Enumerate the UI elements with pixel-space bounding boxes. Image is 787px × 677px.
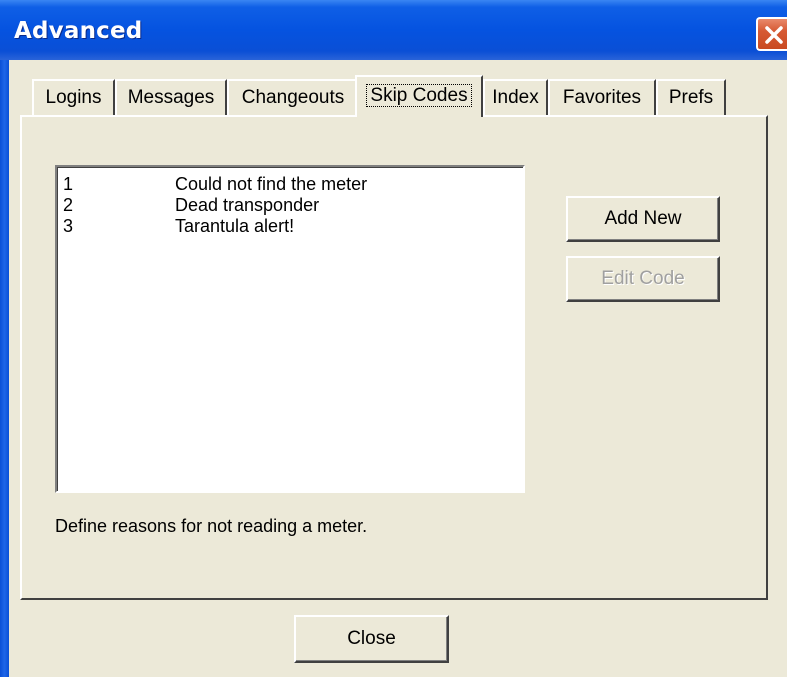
skip-code-description: Tarantula alert! [175, 216, 295, 236]
advanced-dialog: Advanced Logins Messages Changeouts Skip… [0, 0, 787, 677]
close-x-icon [765, 26, 783, 44]
tab-label: Favorites [562, 87, 642, 108]
window-title: Advanced [14, 18, 143, 44]
tab-label: Skip Codes [366, 84, 472, 107]
tab-messages[interactable]: Messages [115, 79, 227, 115]
window-close-button[interactable] [756, 17, 787, 51]
tab-skip-codes[interactable]: Skip Codes [355, 75, 483, 117]
close-label: Close [347, 628, 396, 649]
tab-label: Changeouts [241, 87, 345, 108]
tab-prefs[interactable]: Prefs [656, 79, 726, 115]
tab-logins[interactable]: Logins [32, 79, 115, 115]
tab-label: Index [492, 87, 539, 108]
add-new-button[interactable]: Add New [566, 196, 720, 242]
tab-label: Messages [127, 87, 215, 108]
skip-code-number: 2 [63, 195, 74, 215]
tab-index[interactable]: Index [483, 79, 548, 115]
title-bar[interactable]: Advanced [0, 0, 787, 60]
tab-label: Logins [45, 87, 102, 108]
window-frame-left [0, 60, 9, 677]
list-item[interactable]: 1 Could not find the meter [63, 174, 503, 194]
skip-codes-listbox[interactable]: 1 Could not find the meter 2 Dead transp… [55, 165, 525, 493]
edit-code-button[interactable]: Edit Code [566, 256, 720, 302]
tab-label: Prefs [668, 87, 714, 108]
tab-changeouts[interactable]: Changeouts [227, 79, 359, 115]
add-new-label: Add New [604, 208, 682, 229]
tab-favorites[interactable]: Favorites [548, 79, 656, 115]
skip-code-number: 1 [63, 174, 74, 194]
skip-code-description: Could not find the meter [175, 174, 368, 194]
skip-code-description: Dead transponder [175, 195, 320, 215]
close-button[interactable]: Close [294, 615, 449, 663]
edit-code-label: Edit Code [601, 268, 685, 289]
list-item[interactable]: 2 Dead transponder [63, 195, 503, 215]
skip-code-number: 3 [63, 216, 74, 236]
skip-codes-description-text: Define reasons for not reading a meter. [55, 516, 368, 536]
list-item[interactable]: 3 Tarantula alert! [63, 216, 503, 236]
